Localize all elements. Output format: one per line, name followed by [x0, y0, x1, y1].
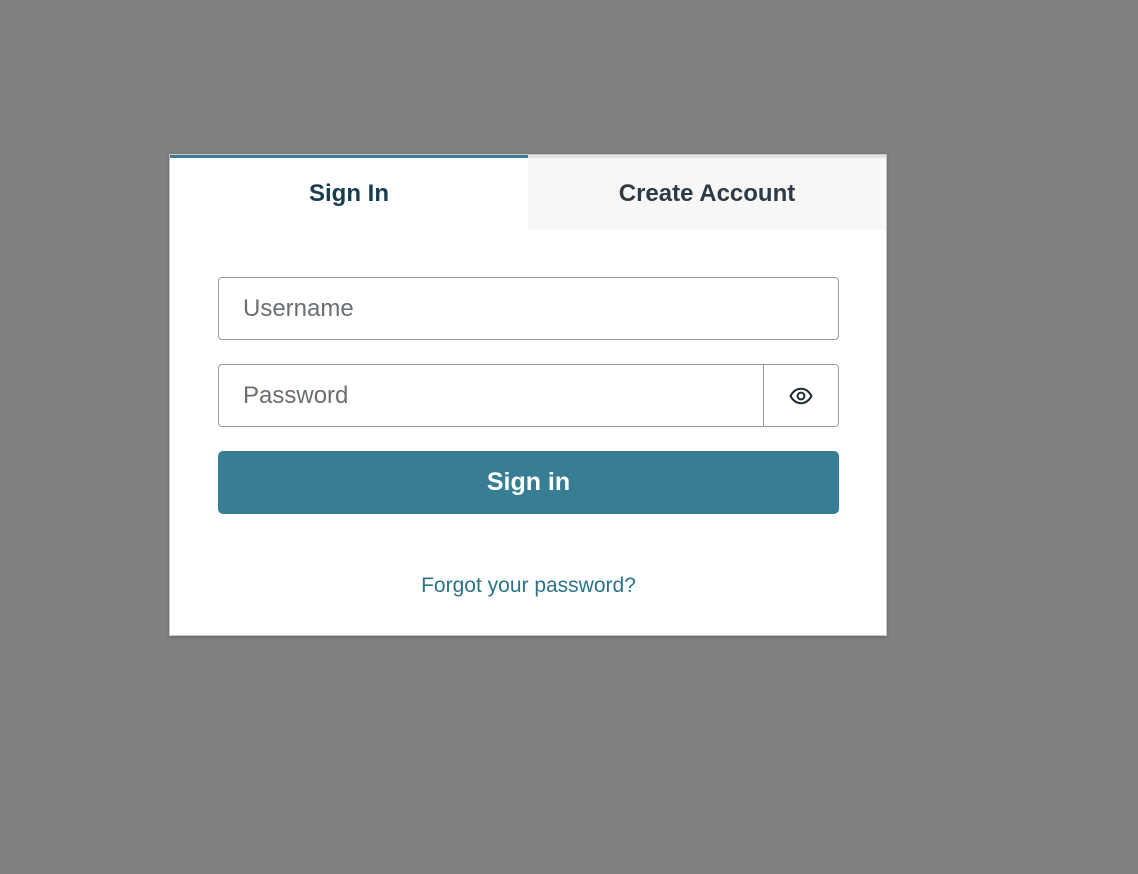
forgot-password-link[interactable]: Forgot your password?	[421, 574, 636, 597]
password-input[interactable]	[219, 365, 763, 426]
auth-tabs: Sign In Create Account	[170, 155, 886, 230]
show-password-button[interactable]	[763, 365, 838, 426]
tab-create-account[interactable]: Create Account	[528, 155, 886, 230]
username-field-wrapper	[218, 277, 839, 340]
sign-in-form: Sign in Forgot your password?	[218, 277, 839, 598]
password-field-wrapper	[218, 364, 839, 427]
tab-sign-in[interactable]: Sign In	[170, 155, 528, 230]
eye-icon	[789, 387, 813, 404]
forgot-password-container: Forgot your password?	[218, 574, 839, 598]
auth-card: Sign In Create Account Sign in Forgot yo…	[169, 154, 887, 636]
username-input[interactable]	[219, 278, 838, 339]
sign-in-button[interactable]: Sign in	[218, 451, 839, 514]
